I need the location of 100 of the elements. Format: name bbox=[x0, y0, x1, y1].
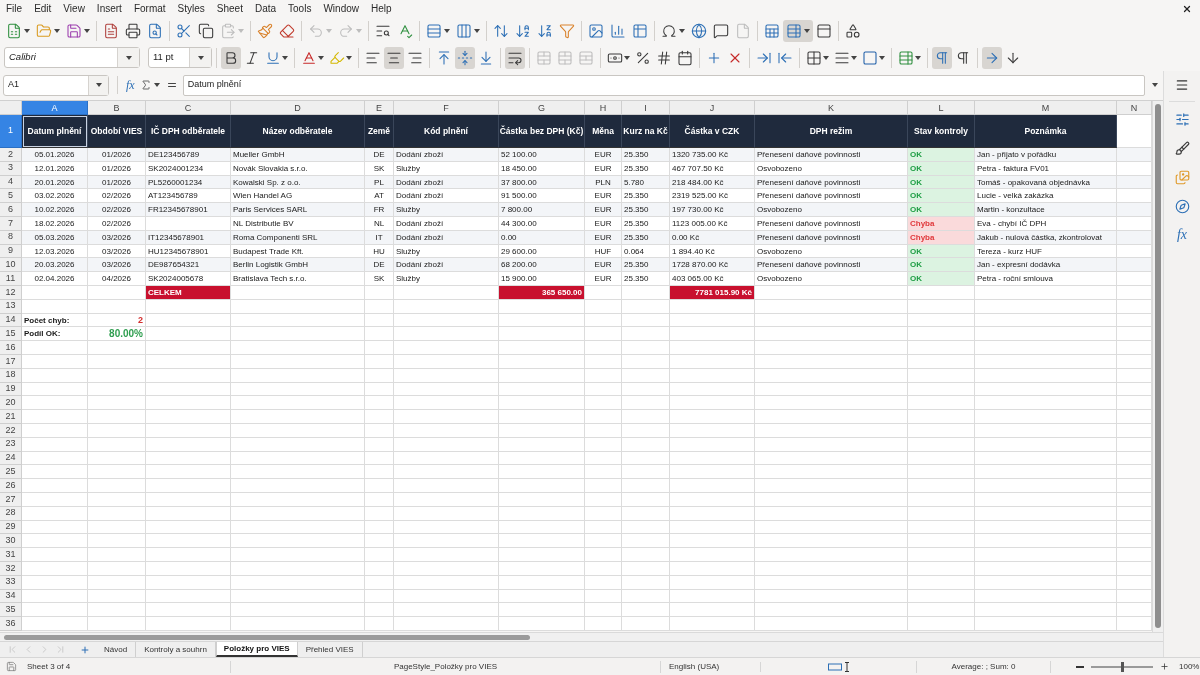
caret-icon bbox=[84, 29, 90, 33]
menu-item[interactable]: Sheet bbox=[216, 2, 243, 16]
row-header[interactable]: 16 bbox=[0, 341, 22, 355]
column-heading-cell: Datum plnění bbox=[22, 115, 88, 148]
zoom-in-button[interactable] bbox=[1159, 660, 1169, 673]
table-cell: DE123456789 bbox=[146, 148, 231, 162]
column-heading-cell: Země bbox=[365, 115, 394, 148]
caret-icon bbox=[879, 55, 885, 60]
row-header[interactable]: 15 bbox=[0, 327, 22, 342]
column-header[interactable]: J bbox=[670, 101, 755, 115]
menu-item[interactable]: File bbox=[6, 2, 23, 16]
row-header[interactable]: 35 bbox=[0, 603, 22, 618]
row-header[interactable]: 5 bbox=[0, 189, 22, 204]
clipboard-icon bbox=[220, 23, 236, 39]
status-cell: OK bbox=[908, 272, 975, 286]
row-header[interactable]: 31 bbox=[0, 548, 22, 562]
table-cell: Osvobozeno bbox=[755, 272, 908, 286]
row-header[interactable]: 11 bbox=[0, 272, 22, 286]
menu-item[interactable]: Format bbox=[133, 2, 166, 16]
table-cell: Přenesení daňové povinnosti bbox=[755, 148, 908, 162]
sigma-icon bbox=[139, 79, 152, 91]
align-center-button[interactable] bbox=[384, 46, 404, 69]
column-header[interactable]: A bbox=[22, 101, 88, 115]
row-header[interactable]: 1 bbox=[0, 115, 22, 148]
row-header[interactable]: 21 bbox=[0, 410, 22, 424]
font-name-field[interactable]: Calibri bbox=[4, 47, 140, 68]
page-style: PageStyle_Položky pro VIES bbox=[393, 660, 498, 673]
column-header[interactable]: B bbox=[88, 101, 146, 115]
row-header[interactable]: 2 bbox=[0, 148, 22, 162]
scrollbar-thumb[interactable] bbox=[4, 634, 530, 640]
pilcrow-icon bbox=[955, 49, 971, 66]
table-cell: Služby bbox=[394, 203, 499, 217]
column-header[interactable]: K bbox=[755, 101, 908, 115]
horizontal-scrollbar[interactable] bbox=[0, 632, 1163, 641]
table-cell: 05.01.2026 bbox=[22, 148, 88, 162]
row-header[interactable]: 26 bbox=[0, 479, 22, 493]
merge-cells-icon bbox=[536, 49, 552, 66]
caret-icon bbox=[851, 55, 857, 60]
caret-icon bbox=[823, 55, 829, 60]
dropdown-button[interactable] bbox=[117, 48, 139, 67]
menu-item[interactable]: Help bbox=[371, 2, 392, 16]
row-header[interactable]: 25 bbox=[0, 465, 22, 480]
zoom-slider-thumb[interactable] bbox=[1120, 661, 1124, 672]
column-header[interactable]: I bbox=[622, 101, 670, 115]
column-header[interactable]: D bbox=[231, 101, 365, 115]
underline-icon bbox=[265, 49, 281, 66]
row-header[interactable]: 10 bbox=[0, 258, 22, 273]
menu-item[interactable]: Insert bbox=[96, 2, 122, 16]
globe-icon bbox=[691, 23, 707, 39]
bold-icon bbox=[223, 49, 239, 66]
vertical-scrollbar[interactable] bbox=[1152, 101, 1163, 632]
close-icon bbox=[1182, 4, 1192, 14]
table-cell: AT bbox=[365, 189, 394, 204]
bold-button[interactable] bbox=[221, 46, 241, 69]
caret-icon bbox=[54, 29, 60, 33]
table-cell: SK2024005678 bbox=[146, 272, 231, 286]
column-header[interactable]: M bbox=[975, 101, 1117, 115]
column-header[interactable]: E bbox=[365, 101, 394, 115]
column-heading-cell: Název odběratele bbox=[231, 115, 365, 148]
sheet-tab[interactable]: Položky pro VIES bbox=[215, 642, 298, 657]
formula-input[interactable]: Datum plnění bbox=[182, 74, 1145, 96]
merge-cells-icon bbox=[557, 49, 573, 66]
column-header[interactable]: H bbox=[585, 101, 622, 115]
language: English (USA) bbox=[669, 660, 720, 673]
freeze-rows-columns-button[interactable] bbox=[783, 20, 813, 42]
font-size-field[interactable]: 11 pt bbox=[148, 47, 212, 68]
align-middle-button[interactable] bbox=[455, 46, 475, 69]
wrap-text-button[interactable] bbox=[505, 46, 525, 69]
left-to-right-button[interactable] bbox=[932, 46, 952, 69]
column-header[interactable]: F bbox=[394, 101, 499, 115]
column-header[interactable]: C bbox=[146, 101, 231, 115]
dropdown-button[interactable] bbox=[189, 48, 211, 67]
row-header[interactable]: 36 bbox=[0, 617, 22, 631]
name-box[interactable]: A1 bbox=[3, 74, 109, 96]
menu-item[interactable]: Window bbox=[323, 2, 359, 16]
table-cell: 52 100.00 bbox=[499, 148, 585, 162]
table-cell: 25.350 bbox=[622, 258, 670, 273]
table-cell: 03/2026 bbox=[88, 258, 146, 273]
table-cell: 68 200.00 bbox=[499, 258, 585, 273]
column-header[interactable]: N bbox=[1117, 101, 1152, 115]
menu-item[interactable]: Edit bbox=[34, 2, 52, 16]
row-header[interactable]: 6 bbox=[0, 203, 22, 217]
menu-item[interactable]: View bbox=[63, 2, 85, 16]
text-direction-horizontal-button[interactable] bbox=[982, 46, 1002, 69]
column-heading-cell: Kód plnění bbox=[394, 115, 499, 148]
table-cell: Lucie - velká zakázka bbox=[975, 189, 1117, 204]
scrollbar-thumb[interactable] bbox=[1155, 104, 1161, 628]
functions-button[interactable]: fx bbox=[1176, 226, 1188, 244]
row-header[interactable]: 20 bbox=[0, 396, 22, 411]
menu-item[interactable]: Styles bbox=[177, 2, 205, 16]
column-header[interactable]: G bbox=[499, 101, 585, 115]
dropdown-button[interactable] bbox=[88, 75, 108, 95]
function-wizard-button[interactable]: fx bbox=[126, 78, 135, 92]
column-header[interactable]: L bbox=[908, 101, 975, 115]
menu-item[interactable]: Data bbox=[254, 2, 277, 16]
summary-label: Podíl OK: bbox=[22, 327, 88, 342]
compass-icon bbox=[1174, 198, 1190, 214]
menu-item[interactable]: Tools bbox=[288, 2, 312, 16]
column-heading-cell: Stav kontroly bbox=[908, 115, 975, 148]
row-header[interactable]: 30 bbox=[0, 534, 22, 549]
